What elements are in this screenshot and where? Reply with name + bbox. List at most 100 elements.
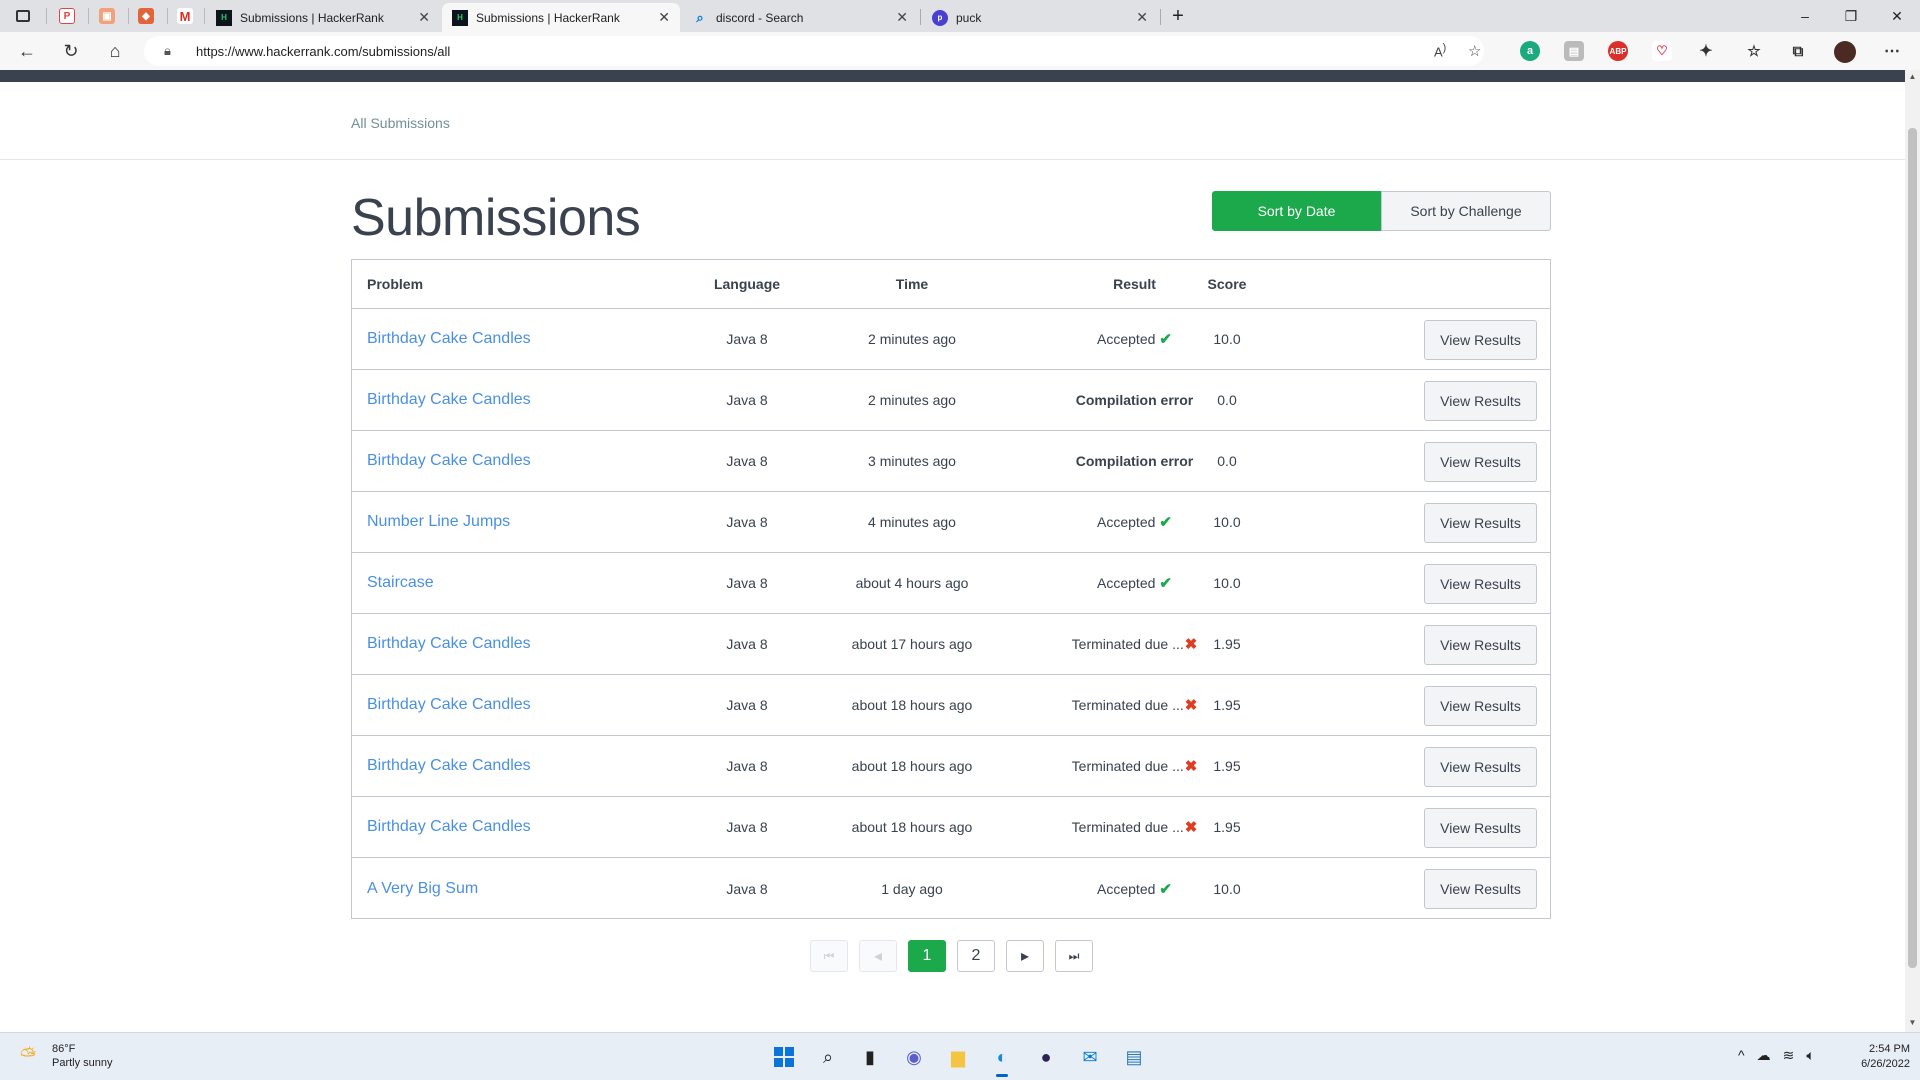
scroll-down-icon[interactable]: ▼ bbox=[1906, 1018, 1919, 1030]
teams-chat-icon[interactable]: ◉ bbox=[898, 1041, 930, 1073]
score-cell: 1.95 bbox=[1213, 819, 1241, 835]
tab-separator bbox=[128, 8, 129, 24]
problem-link[interactable]: Birthday Cake Candles bbox=[367, 757, 531, 775]
browser-tab[interactable]: ⌕ discord - Search ✕ bbox=[682, 3, 918, 32]
view-results-button[interactable]: View Results bbox=[1424, 320, 1537, 360]
pinned-tab-gitlab-icon[interactable]: ◆ bbox=[131, 4, 161, 28]
view-results-button[interactable]: View Results bbox=[1424, 625, 1537, 665]
problem-link[interactable]: Number Line Jumps bbox=[367, 513, 510, 531]
view-results-button[interactable]: View Results bbox=[1424, 808, 1537, 848]
problem-link[interactable]: Birthday Cake Candles bbox=[367, 696, 531, 714]
time-cell: 4 minutes ago bbox=[868, 514, 956, 530]
pocket-icon[interactable]: ♡ bbox=[1652, 41, 1672, 61]
weather-widget[interactable]: ⛅︎ 86°F Partly sunny bbox=[20, 1042, 113, 1070]
sub-navigation: All Submissions bbox=[0, 82, 1905, 160]
first-page-button[interactable]: ⏮ bbox=[810, 940, 848, 972]
view-results-button[interactable]: View Results bbox=[1424, 564, 1537, 604]
favorite-star-icon[interactable]: ☆ bbox=[1468, 42, 1481, 60]
problem-cell: A Very Big Sum bbox=[367, 858, 667, 919]
file-explorer-icon[interactable]: ▆ bbox=[942, 1041, 974, 1073]
problem-link[interactable]: Birthday Cake Candles bbox=[367, 452, 531, 470]
score-cell: 1.95 bbox=[1213, 636, 1241, 652]
notepad-icon[interactable]: ▤ bbox=[1118, 1041, 1150, 1073]
cross-icon: ✖ bbox=[1184, 697, 1198, 714]
previous-page-button[interactable]: ◂ bbox=[859, 940, 897, 972]
read-aloud-icon[interactable]: A) bbox=[1434, 42, 1446, 59]
refresh-icon[interactable]: ↻ bbox=[56, 37, 86, 65]
browser-tab[interactable]: H Submissions | HackerRank ✕ bbox=[206, 3, 440, 32]
problem-link[interactable]: Birthday Cake Candles bbox=[367, 330, 531, 348]
view-results-button[interactable]: View Results bbox=[1424, 503, 1537, 543]
pinned-tab-pdf-icon[interactable]: P bbox=[52, 4, 82, 28]
problem-link[interactable]: A Very Big Sum bbox=[367, 880, 478, 898]
browser-tab-active[interactable]: H Submissions | HackerRank ✕ bbox=[442, 3, 680, 32]
more-menu-icon[interactable]: ⋯ bbox=[1882, 41, 1902, 61]
column-header-problem: Problem bbox=[367, 276, 424, 292]
task-view-icon[interactable]: ▮ bbox=[854, 1041, 886, 1073]
problem-cell: Birthday Cake Candles bbox=[367, 736, 667, 796]
windows-taskbar: ⛅︎ 86°F Partly sunny ⌕ ▮ ◉ ▆ ◐ ● ✉ ▤ ^ ☁… bbox=[0, 1032, 1920, 1080]
table-row: A Very Big Sum Java 8 1 day ago Accepted ✔ 10… bbox=[352, 858, 1550, 919]
system-clock[interactable]: 2:54 PM 6/26/2022 bbox=[1842, 1042, 1910, 1072]
back-icon[interactable]: ← bbox=[12, 37, 42, 65]
problem-link[interactable]: Birthday Cake Candles bbox=[367, 391, 531, 409]
page-1-button[interactable]: 1 bbox=[908, 940, 946, 972]
new-tab-button[interactable]: + bbox=[1155, 0, 1201, 32]
favorites-icon[interactable]: ☆ bbox=[1744, 41, 1764, 61]
pinned-tab-gmail-icon[interactable]: M bbox=[170, 4, 200, 28]
view-results-button[interactable]: View Results bbox=[1424, 442, 1537, 482]
collections-icon[interactable]: ⧉ bbox=[1788, 41, 1808, 61]
hackerrank-icon: H bbox=[216, 9, 232, 26]
checkmark-icon: ✔ bbox=[1159, 880, 1172, 898]
show-hidden-icons-icon[interactable]: ^ bbox=[1738, 1047, 1745, 1064]
scrollbar-thumb[interactable] bbox=[1908, 128, 1917, 968]
wifi-icon[interactable]: ≋ bbox=[1783, 1047, 1795, 1064]
page-2-button[interactable]: 2 bbox=[957, 940, 995, 972]
language-cell: Java 8 bbox=[726, 392, 768, 408]
result-text: Accepted bbox=[1097, 514, 1156, 530]
close-tab-icon[interactable]: ✕ bbox=[658, 9, 670, 26]
sort-by-challenge-button[interactable]: Sort by Challenge bbox=[1381, 191, 1551, 231]
language-cell: Java 8 bbox=[726, 880, 768, 897]
start-menu-icon[interactable] bbox=[768, 1041, 800, 1073]
volume-icon[interactable]: 🔈︎ bbox=[1806, 1047, 1814, 1064]
extensions-puzzle-icon[interactable]: ✦ bbox=[1696, 41, 1716, 61]
search-icon[interactable]: ⌕ bbox=[812, 1041, 844, 1073]
close-tab-icon[interactable]: ✕ bbox=[418, 9, 430, 26]
minimize-button[interactable]: – bbox=[1782, 0, 1828, 32]
eclipse-icon[interactable]: ● bbox=[1030, 1041, 1062, 1073]
close-tab-icon[interactable]: ✕ bbox=[896, 9, 908, 26]
view-results-button[interactable]: View Results bbox=[1424, 381, 1537, 421]
language-cell: Java 8 bbox=[726, 575, 768, 591]
profile-avatar[interactable] bbox=[1834, 41, 1856, 63]
mail-icon[interactable]: ✉ bbox=[1074, 1041, 1106, 1073]
close-tab-icon[interactable]: ✕ bbox=[1136, 9, 1148, 26]
next-page-button[interactable]: ▸ bbox=[1006, 940, 1044, 972]
view-results-button[interactable]: View Results bbox=[1424, 686, 1537, 726]
problem-cell: Birthday Cake Candles bbox=[367, 797, 667, 857]
problem-link[interactable]: Staircase bbox=[367, 574, 434, 592]
last-page-button[interactable]: ⏭ bbox=[1055, 940, 1093, 972]
browser-toolbar: ← ↻ ⌂ 🔒︎ https://www.hackerrank.com/subm… bbox=[0, 32, 1920, 70]
tab-actions-icon[interactable] bbox=[8, 4, 38, 28]
breadcrumb[interactable]: All Submissions bbox=[351, 115, 450, 131]
extension-green-icon[interactable]: a bbox=[1520, 41, 1540, 61]
close-window-button[interactable]: ✕ bbox=[1874, 0, 1920, 32]
result-text: Terminated due ... bbox=[1071, 758, 1184, 774]
address-bar[interactable]: 🔒︎ https://www.hackerrank.com/submission… bbox=[144, 36, 1484, 66]
problem-link[interactable]: Birthday Cake Candles bbox=[367, 635, 531, 653]
view-results-button[interactable]: View Results bbox=[1424, 747, 1537, 787]
adblock-icon[interactable]: ABP bbox=[1608, 41, 1628, 61]
onedrive-cloud-icon[interactable]: ☁ bbox=[1757, 1047, 1771, 1064]
pinned-tab-slides-icon[interactable]: ▣ bbox=[92, 4, 122, 28]
view-results-button[interactable]: View Results bbox=[1424, 869, 1537, 909]
problem-link[interactable]: Birthday Cake Candles bbox=[367, 818, 531, 836]
time-cell: about 18 hours ago bbox=[851, 697, 973, 713]
scroll-up-icon[interactable]: ▲ bbox=[1906, 72, 1919, 84]
edge-browser-icon[interactable]: ◐ bbox=[986, 1041, 1018, 1077]
extension-gray-icon[interactable]: ▤ bbox=[1564, 41, 1584, 61]
browser-tab[interactable]: p puck ✕ bbox=[922, 3, 1158, 32]
restore-button[interactable]: ❐ bbox=[1828, 0, 1874, 32]
sort-by-date-button[interactable]: Sort by Date bbox=[1212, 191, 1381, 231]
home-icon[interactable]: ⌂ bbox=[100, 37, 130, 65]
